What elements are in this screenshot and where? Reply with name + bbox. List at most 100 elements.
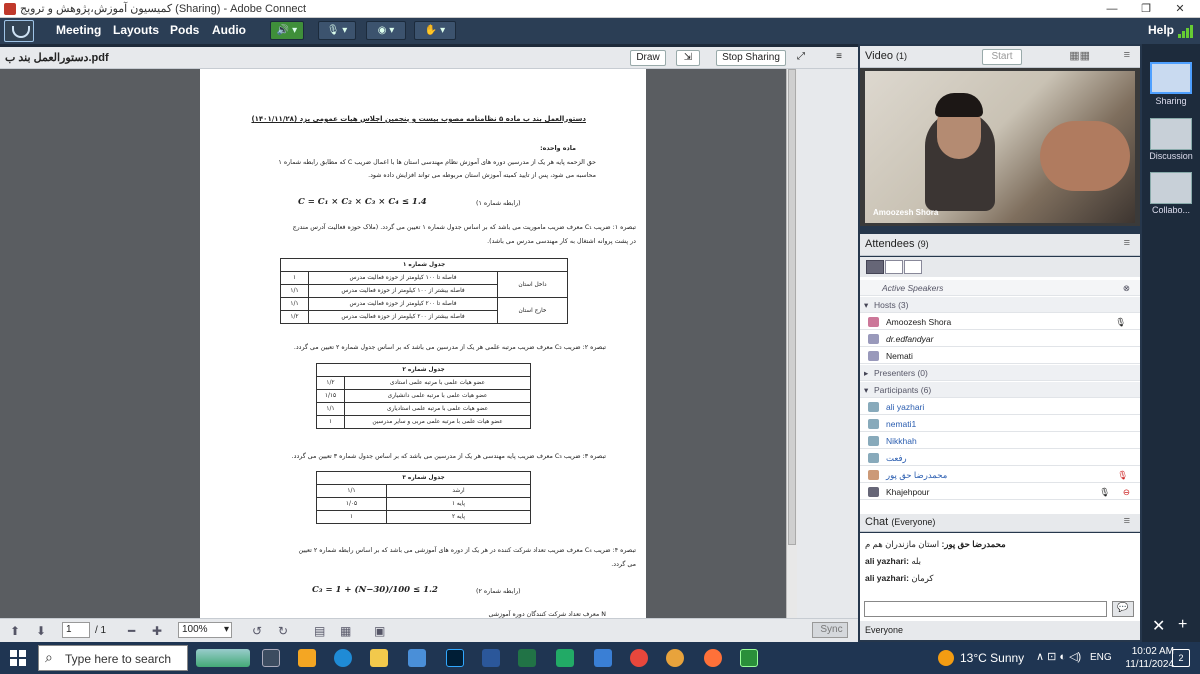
- page-up-icon[interactable]: ⬆: [10, 624, 20, 638]
- raise-hand-button[interactable]: ✋ ▾: [414, 21, 456, 40]
- attendee-row[interactable]: محمدرضا حق پور 🎙: [860, 467, 1140, 483]
- video-pod-title: Video (1): [865, 50, 907, 62]
- attendee-row[interactable]: رفعت: [860, 450, 1140, 466]
- sync-button[interactable]: Sync: [812, 622, 848, 638]
- menu-help[interactable]: Help: [1148, 23, 1174, 37]
- chrome-icon[interactable]: [630, 649, 648, 667]
- table-1: جدول شماره ۱ ۱ فاصله تا ۱۰۰ کیلومتر از ح…: [280, 258, 568, 324]
- table-1-caption: جدول شماره ۱: [280, 258, 568, 272]
- attendee-row[interactable]: dr.edfandyar: [860, 331, 1140, 347]
- task-view-icon[interactable]: [262, 649, 280, 667]
- word-icon[interactable]: [482, 649, 500, 667]
- right-pod-panel: Video (1) Start ▦▦ ≡ Amoozesh Shora Atte…: [858, 44, 1142, 642]
- document-scrollbar[interactable]: [786, 69, 797, 618]
- menu-meeting[interactable]: Meeting: [56, 23, 101, 37]
- app-icon[interactable]: [556, 649, 574, 667]
- rotate-left-icon[interactable]: ↺: [252, 624, 262, 638]
- weather-text[interactable]: 13°C Sunny: [960, 651, 1024, 665]
- attendees-pod-menu-button[interactable]: ≡: [1124, 237, 1130, 249]
- close-icon[interactable]: ⊗: [1123, 280, 1130, 296]
- annotate-icon[interactable]: ▣: [374, 624, 385, 638]
- table-cell: ۱/۱: [280, 297, 309, 311]
- attendee-row[interactable]: ali yazhari: [860, 399, 1140, 415]
- menu-pods[interactable]: Pods: [170, 23, 199, 37]
- scrollbar-thumb[interactable]: [788, 69, 796, 545]
- chat-recipient-tab[interactable]: Everyone: [860, 621, 1140, 640]
- doc-paragraph: حق الزحمه پایه هر یک از مدرسین دوره های …: [278, 159, 596, 166]
- menu-layouts[interactable]: Layouts: [113, 23, 159, 37]
- page-number-input[interactable]: 1: [62, 622, 90, 638]
- presenters-section-header[interactable]: ▸ Presenters (0): [860, 365, 1140, 381]
- table-cell: ۱/۱: [316, 402, 345, 416]
- webcam-button[interactable]: ◉ ▾: [366, 21, 406, 40]
- attendees-pod-title: Attendees (9): [865, 238, 929, 250]
- participants-section-header[interactable]: ▾ Participants (6): [860, 382, 1140, 398]
- doc-title: دستورالعمل بند ب ماده ۵ نظامنامه مصوب بی…: [251, 115, 586, 123]
- firefox-icon[interactable]: [704, 649, 722, 667]
- mail-icon[interactable]: [408, 649, 426, 667]
- attendee-row[interactable]: Khajehpour 🎙 ⊖: [860, 484, 1140, 500]
- notification-icon[interactable]: 2: [1172, 649, 1190, 667]
- chevron-down-icon: ▾: [223, 624, 229, 635]
- rotate-right-icon[interactable]: ↻: [278, 624, 288, 638]
- layout-thumb-collaboration[interactable]: [1150, 172, 1192, 204]
- list-view-icon[interactable]: [866, 260, 884, 274]
- pod-menu-button[interactable]: ≡: [830, 50, 848, 66]
- zoom-in-icon[interactable]: ✚: [152, 624, 162, 638]
- app-icon[interactable]: [594, 649, 612, 667]
- host-icon: [868, 317, 879, 327]
- windows-start-icon[interactable]: [10, 650, 26, 666]
- download-icon[interactable]: ▤: [314, 624, 325, 638]
- taskbar-search-input[interactable]: ⌕ Type here to search: [38, 645, 188, 671]
- zoom-select[interactable]: 100% ▾: [178, 622, 232, 638]
- file-explorer-icon[interactable]: [370, 649, 388, 667]
- search-highlight-icon[interactable]: [196, 649, 250, 667]
- chat-pod-menu-button[interactable]: ≡: [1124, 515, 1130, 527]
- chrome-icon[interactable]: [666, 649, 684, 667]
- breakout-view-icon[interactable]: [885, 260, 903, 274]
- tray-icons[interactable]: ∧ ⊡ ◐ ◁): [1036, 650, 1081, 663]
- zoom-out-icon[interactable]: ━: [128, 624, 135, 638]
- fit-width-button[interactable]: ⇲: [676, 50, 700, 66]
- fullscreen-icon[interactable]: ⤢: [792, 50, 810, 66]
- chat-message: ali yazhari: بله: [865, 556, 922, 566]
- adobe-connect-taskbar-icon[interactable]: [740, 649, 758, 667]
- photoshop-icon[interactable]: [446, 649, 464, 667]
- draw-button[interactable]: Draw: [630, 50, 666, 66]
- store-icon[interactable]: [298, 649, 316, 667]
- excel-icon[interactable]: [518, 649, 536, 667]
- layout-thumb-sharing[interactable]: [1150, 62, 1192, 94]
- add-layout-icon[interactable]: +: [1178, 616, 1187, 634]
- video-layout-icon[interactable]: ▦▦: [1069, 49, 1090, 62]
- print-icon[interactable]: ▦: [340, 624, 351, 638]
- chat-input[interactable]: [864, 601, 1107, 617]
- send-message-button[interactable]: 💬: [1112, 601, 1134, 617]
- start-webcam-button[interactable]: Start: [982, 49, 1022, 65]
- page-down-icon[interactable]: ⬇: [36, 624, 46, 638]
- hosts-section-header[interactable]: ▾ Hosts (3): [860, 297, 1140, 313]
- stop-sharing-button[interactable]: Stop Sharing: [716, 50, 786, 66]
- video-pod-menu-button[interactable]: ≡: [1124, 49, 1130, 61]
- microphone-button[interactable]: 🎙 ▾: [318, 21, 356, 40]
- attendee-row[interactable]: Nikkhah: [860, 433, 1140, 449]
- language-indicator[interactable]: ENG: [1090, 652, 1112, 663]
- attendee-row[interactable]: Nemati: [860, 348, 1140, 364]
- status-view-icon[interactable]: [904, 260, 922, 274]
- layout-label-collaboration: Collabo...: [1151, 205, 1191, 215]
- speaker-toggle-button[interactable]: 🔊 ▾: [270, 21, 304, 40]
- edge-icon[interactable]: [334, 649, 352, 667]
- menu-audio[interactable]: Audio: [212, 23, 246, 37]
- close-icon[interactable]: ✕: [1152, 616, 1165, 636]
- layout-thumb-discussion[interactable]: [1150, 118, 1192, 150]
- attendee-row[interactable]: Amoozesh Shora 🎙: [860, 314, 1140, 330]
- close-button[interactable]: ✕: [1160, 0, 1200, 18]
- weather-sun-icon[interactable]: [938, 650, 954, 666]
- table-cell: ۱: [316, 415, 345, 429]
- document-viewer[interactable]: دستورالعمل بند ب ماده ۵ نظامنامه مصوب بی…: [0, 69, 797, 618]
- taskbar-clock[interactable]: 10:02 AM 11/11/2024: [1125, 645, 1174, 671]
- document-toolbar: ⬆ ⬇ 1 / 1 ━ ✚ 100% ▾ ↺ ↻ ▤ ▦ ▣ Sync: [0, 618, 858, 642]
- formula-1-label: (رابطه شماره ۱): [476, 200, 521, 207]
- attendee-row[interactable]: nemati1: [860, 416, 1140, 432]
- connect-logo-icon[interactable]: [4, 20, 34, 42]
- table-cell: پایه ۱: [386, 497, 531, 511]
